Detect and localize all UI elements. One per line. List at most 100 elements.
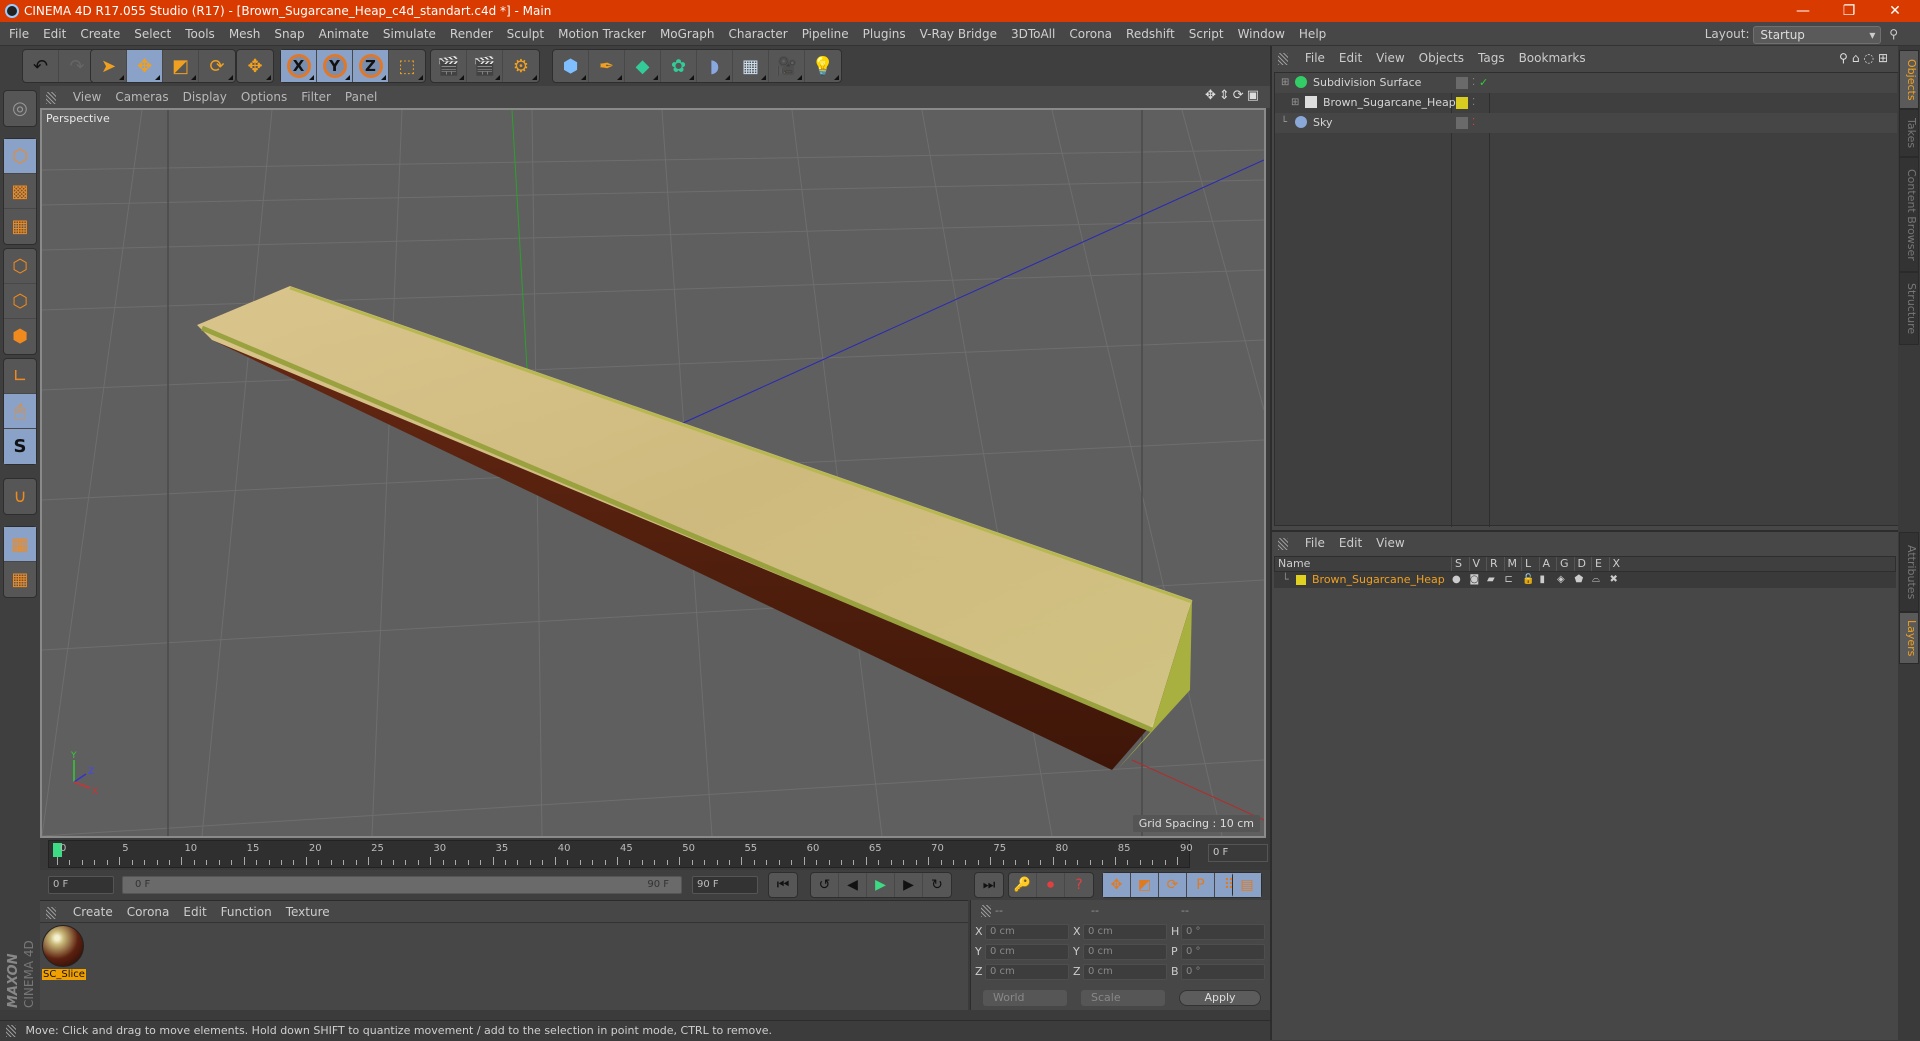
panel-grip[interactable]	[981, 905, 991, 917]
generators-icon[interactable]: ◈	[1557, 572, 1565, 588]
go-to-end-button[interactable]: ⏭	[975, 873, 1003, 897]
menu-mesh[interactable]: Mesh	[222, 22, 268, 46]
menu-snap[interactable]: Snap	[267, 22, 311, 46]
object-row[interactable]: ⊞ Subdivision Surface ⁚ ✓	[1275, 73, 1897, 93]
panel-grip[interactable]	[1278, 537, 1288, 550]
light-button[interactable]: 💡	[805, 50, 841, 82]
side-tab-objects[interactable]: Objects	[1899, 50, 1919, 109]
object-row[interactable]: └ Sky ⁚	[1275, 113, 1897, 133]
move-button[interactable]: ✥	[127, 50, 163, 82]
menu-render[interactable]: Render	[443, 22, 500, 46]
zoom-view-icon[interactable]: ⇕	[1219, 88, 1233, 103]
enabled-check-icon[interactable]: ✓	[1479, 73, 1488, 93]
coordinate-mode-dropdown[interactable]: World	[983, 990, 1067, 1006]
start-frame-field[interactable]: 0 F	[48, 876, 114, 894]
rotate-view-icon[interactable]: ⟳	[1233, 88, 1247, 103]
current-frame-field[interactable]: 0 F	[1208, 844, 1268, 862]
menu-plugins[interactable]: Plugins	[856, 22, 913, 46]
workplane-mode-button[interactable]: ▦	[4, 209, 36, 244]
next-frame-button[interactable]: ▶	[895, 873, 923, 897]
y-axis-lock-button[interactable]: Y	[317, 50, 353, 82]
menu-create[interactable]: Create	[73, 22, 127, 46]
key-parameter-button[interactable]: P	[1187, 873, 1215, 897]
previous-keyframe-button[interactable]: ↺	[811, 873, 839, 897]
go-to-start-button[interactable]: ⏮	[769, 873, 797, 897]
layer-color-swatch[interactable]	[1296, 575, 1306, 585]
coord-rotation-field[interactable]: 0 °	[1181, 944, 1265, 960]
magnet-button[interactable]: ∪	[4, 479, 36, 514]
layer-name[interactable]: Brown_Sugarcane_Heap	[1312, 572, 1445, 588]
layer-column-x[interactable]: X	[1608, 557, 1620, 571]
floor-button[interactable]: ▦	[733, 50, 769, 82]
object-menu-view[interactable]: View	[1369, 46, 1411, 70]
solo-icon[interactable]: ●	[1452, 572, 1461, 588]
layer-column-a[interactable]: A	[1538, 557, 1550, 571]
timeline-button[interactable]: ▤	[1233, 873, 1261, 897]
previous-frame-button[interactable]: ◀	[839, 873, 867, 897]
visible-icon[interactable]: ◙	[1470, 572, 1480, 588]
cloner-button[interactable]: ✿	[661, 50, 697, 82]
search-icon[interactable]: ⚲	[1889, 27, 1898, 41]
panel-grip[interactable]	[1278, 52, 1288, 65]
object-name[interactable]: Brown_Sugarcane_Heap	[1323, 93, 1456, 113]
object-menu-tags[interactable]: Tags	[1471, 46, 1512, 70]
recent-tool-button[interactable]: ✥	[237, 50, 273, 82]
coord-rotation-field[interactable]: 0 °	[1181, 964, 1265, 980]
key-rotation-button[interactable]: ⟳	[1159, 873, 1187, 897]
pen-spline-button[interactable]: ✒	[589, 50, 625, 82]
menu-v-ray-bridge[interactable]: V-Ray Bridge	[913, 22, 1004, 46]
layer-row[interactable]: └ Brown_Sugarcane_Heap ● ◙ ▰ ⊏ 🔓 ▮ ◈ ⬟ ⌓ ✖	[1274, 572, 1896, 588]
coord-position-field[interactable]: 0 cm	[985, 924, 1069, 940]
maximize-view-icon[interactable]: ▣	[1247, 88, 1262, 103]
side-tab-content-browser[interactable]: Content Browser	[1899, 157, 1919, 272]
new-view-icon[interactable]: ⊞	[1878, 51, 1892, 65]
lock-icon[interactable]: 🔓	[1522, 572, 1534, 588]
z-axis-lock-button[interactable]: Z	[353, 50, 389, 82]
panel-grip[interactable]	[46, 91, 56, 104]
menu-edit[interactable]: Edit	[36, 22, 73, 46]
menu-help[interactable]: Help	[1292, 22, 1333, 46]
next-keyframe-button[interactable]: ↻	[923, 873, 951, 897]
material-menu-create[interactable]: Create	[66, 901, 120, 923]
polygons-mode-button[interactable]: ⬢	[4, 319, 36, 354]
menu-file[interactable]: File	[2, 22, 36, 46]
object-menu-bookmarks[interactable]: Bookmarks	[1512, 46, 1593, 70]
layer-column-g[interactable]: G	[1556, 557, 1569, 571]
side-tab-takes[interactable]: Takes	[1899, 109, 1919, 157]
viewport-menu-view[interactable]: View	[66, 86, 108, 108]
menu-script[interactable]: Script	[1182, 22, 1231, 46]
edges-mode-button[interactable]: ⬡	[4, 284, 36, 319]
locked-workplane-button[interactable]: ▦	[4, 527, 36, 562]
viewport-menu-options[interactable]: Options	[234, 86, 294, 108]
model-mode-button[interactable]: ⬡	[4, 139, 36, 174]
layer-column-e[interactable]: E	[1591, 557, 1602, 571]
object-row[interactable]: ⊞ Brown_Sugarcane_Heap ⁚	[1275, 93, 1897, 113]
object-name[interactable]: Sky	[1313, 113, 1332, 133]
subdivision-surface-button[interactable]: ◆	[625, 50, 661, 82]
keyframe-selection-button[interactable]: ?	[1065, 873, 1093, 897]
material-menu-texture[interactable]: Texture	[279, 901, 337, 923]
viewport-menu-panel[interactable]: Panel	[338, 86, 384, 108]
apply-button[interactable]: Apply	[1179, 990, 1261, 1006]
key-position-button[interactable]: ✥	[1103, 873, 1131, 897]
material-menu-function[interactable]: Function	[214, 901, 279, 923]
coord-position-field[interactable]: 0 cm	[985, 964, 1069, 980]
layer-column-l[interactable]: L	[1521, 557, 1531, 571]
points-mode-button[interactable]: ⬡	[4, 249, 36, 284]
manager-icon[interactable]: ⊏	[1505, 572, 1513, 588]
object-name[interactable]: Subdivision Surface	[1313, 73, 1421, 93]
minimize-button[interactable]: —	[1780, 0, 1826, 22]
transform-mode-dropdown[interactable]: Scale	[1081, 990, 1165, 1006]
render-settings-button[interactable]: ⚙	[503, 50, 539, 82]
layer-column-d[interactable]: D	[1573, 557, 1586, 571]
layer-menu-edit[interactable]: Edit	[1332, 532, 1369, 554]
move-view-icon[interactable]: ✥	[1205, 88, 1219, 103]
axis-mode-button[interactable]: ∟	[4, 359, 36, 394]
menu-tools[interactable]: Tools	[178, 22, 222, 46]
menu-redshift[interactable]: Redshift	[1119, 22, 1182, 46]
layer-column-r[interactable]: R	[1486, 557, 1498, 571]
layer-tag-icon[interactable]	[1456, 97, 1468, 109]
coord-rotation-field[interactable]: 0 °	[1181, 924, 1265, 940]
expand-toggle-icon[interactable]: ⊞	[1281, 73, 1289, 93]
xref-icon[interactable]: ✖	[1610, 572, 1618, 588]
